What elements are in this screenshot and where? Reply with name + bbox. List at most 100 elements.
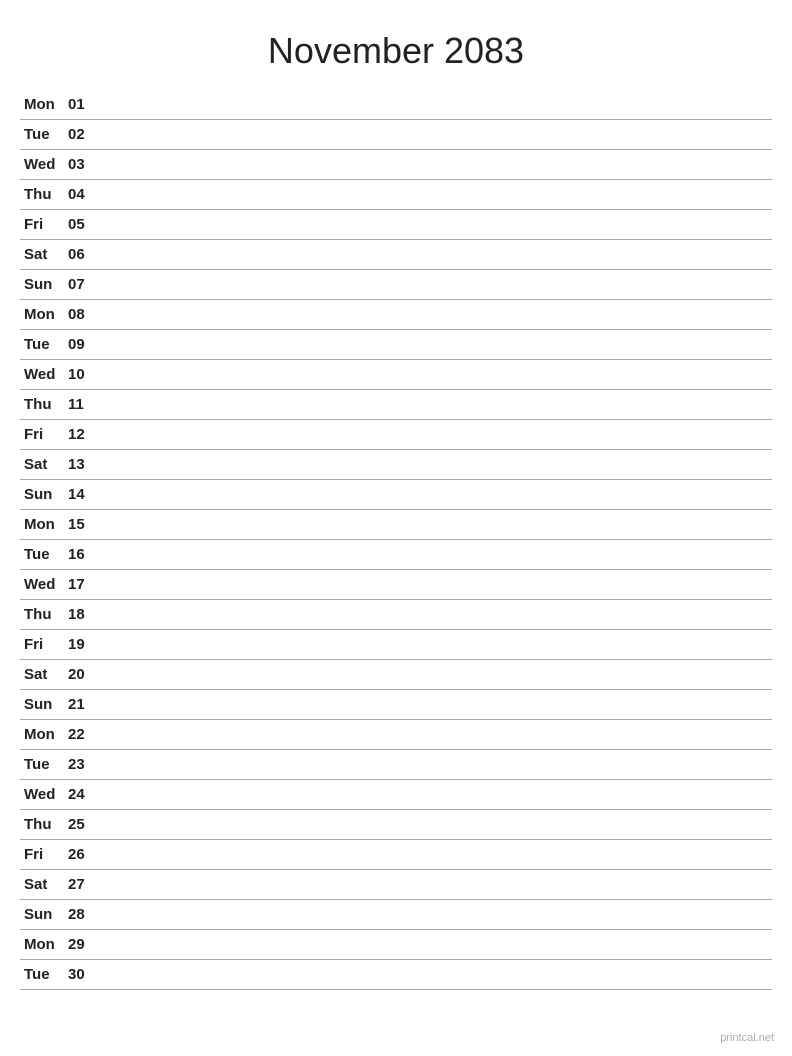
day-writing-area bbox=[94, 630, 772, 660]
day-name: Sat bbox=[20, 660, 64, 690]
watermark: printcal.net bbox=[720, 1032, 774, 1044]
day-name: Fri bbox=[20, 210, 64, 240]
day-number: 07 bbox=[64, 270, 94, 300]
day-number: 26 bbox=[64, 840, 94, 870]
day-writing-area bbox=[94, 420, 772, 450]
day-writing-area bbox=[94, 870, 772, 900]
calendar-row: Fri05 bbox=[20, 210, 772, 240]
day-writing-area bbox=[94, 570, 772, 600]
day-writing-area bbox=[94, 600, 772, 630]
calendar-row: Sun21 bbox=[20, 690, 772, 720]
day-number: 08 bbox=[64, 300, 94, 330]
day-number: 02 bbox=[64, 120, 94, 150]
day-name: Wed bbox=[20, 150, 64, 180]
calendar-row: Wed17 bbox=[20, 570, 772, 600]
day-name: Tue bbox=[20, 330, 64, 360]
day-number: 09 bbox=[64, 330, 94, 360]
calendar-row: Sat13 bbox=[20, 450, 772, 480]
calendar-row: Tue23 bbox=[20, 750, 772, 780]
day-number: 20 bbox=[64, 660, 94, 690]
day-name: Mon bbox=[20, 510, 64, 540]
day-name: Fri bbox=[20, 840, 64, 870]
day-writing-area bbox=[94, 750, 772, 780]
day-name: Fri bbox=[20, 420, 64, 450]
day-name: Sun bbox=[20, 270, 64, 300]
day-number: 12 bbox=[64, 420, 94, 450]
day-writing-area bbox=[94, 810, 772, 840]
day-name: Sun bbox=[20, 900, 64, 930]
calendar-row: Wed24 bbox=[20, 780, 772, 810]
calendar-row: Sat20 bbox=[20, 660, 772, 690]
calendar-row: Mon15 bbox=[20, 510, 772, 540]
day-writing-area bbox=[94, 540, 772, 570]
day-name: Tue bbox=[20, 540, 64, 570]
calendar-row: Sun28 bbox=[20, 900, 772, 930]
day-writing-area bbox=[94, 210, 772, 240]
day-name: Thu bbox=[20, 600, 64, 630]
calendar-row: Mon01 bbox=[20, 90, 772, 120]
day-name: Sat bbox=[20, 240, 64, 270]
day-number: 04 bbox=[64, 180, 94, 210]
day-writing-area bbox=[94, 120, 772, 150]
day-writing-area bbox=[94, 300, 772, 330]
day-number: 28 bbox=[64, 900, 94, 930]
day-writing-area bbox=[94, 690, 772, 720]
day-writing-area bbox=[94, 840, 772, 870]
calendar-row: Mon22 bbox=[20, 720, 772, 750]
calendar-row: Thu25 bbox=[20, 810, 772, 840]
day-name: Thu bbox=[20, 180, 64, 210]
day-number: 13 bbox=[64, 450, 94, 480]
day-number: 05 bbox=[64, 210, 94, 240]
day-number: 30 bbox=[64, 960, 94, 990]
day-number: 27 bbox=[64, 870, 94, 900]
day-name: Wed bbox=[20, 780, 64, 810]
calendar-row: Sat06 bbox=[20, 240, 772, 270]
day-writing-area bbox=[94, 150, 772, 180]
day-number: 21 bbox=[64, 690, 94, 720]
day-name: Mon bbox=[20, 90, 64, 120]
day-writing-area bbox=[94, 660, 772, 690]
day-writing-area bbox=[94, 180, 772, 210]
day-writing-area bbox=[94, 240, 772, 270]
day-writing-area bbox=[94, 270, 772, 300]
day-name: Sat bbox=[20, 450, 64, 480]
day-name: Thu bbox=[20, 810, 64, 840]
day-number: 16 bbox=[64, 540, 94, 570]
day-name: Fri bbox=[20, 630, 64, 660]
day-name: Mon bbox=[20, 930, 64, 960]
day-writing-area bbox=[94, 930, 772, 960]
day-name: Sun bbox=[20, 480, 64, 510]
day-writing-area bbox=[94, 510, 772, 540]
calendar-row: Mon08 bbox=[20, 300, 772, 330]
calendar-row: Wed03 bbox=[20, 150, 772, 180]
calendar-row: Fri26 bbox=[20, 840, 772, 870]
day-number: 11 bbox=[64, 390, 94, 420]
day-name: Mon bbox=[20, 720, 64, 750]
calendar-page: November 2083 Mon01 Tue02 Wed03 Thu04 Fr… bbox=[0, 0, 792, 1056]
day-name: Tue bbox=[20, 750, 64, 780]
day-writing-area bbox=[94, 330, 772, 360]
day-number: 15 bbox=[64, 510, 94, 540]
calendar-table: Mon01 Tue02 Wed03 Thu04 Fri05 Sat06 Sun0… bbox=[20, 90, 772, 990]
day-writing-area bbox=[94, 90, 772, 120]
day-number: 24 bbox=[64, 780, 94, 810]
calendar-row: Sat27 bbox=[20, 870, 772, 900]
calendar-row: Tue09 bbox=[20, 330, 772, 360]
day-name: Tue bbox=[20, 120, 64, 150]
calendar-row: Thu18 bbox=[20, 600, 772, 630]
calendar-row: Thu11 bbox=[20, 390, 772, 420]
calendar-row: Tue16 bbox=[20, 540, 772, 570]
day-writing-area bbox=[94, 390, 772, 420]
day-number: 10 bbox=[64, 360, 94, 390]
day-writing-area bbox=[94, 900, 772, 930]
day-number: 03 bbox=[64, 150, 94, 180]
day-number: 17 bbox=[64, 570, 94, 600]
day-number: 06 bbox=[64, 240, 94, 270]
day-writing-area bbox=[94, 450, 772, 480]
day-name: Sat bbox=[20, 870, 64, 900]
calendar-row: Tue30 bbox=[20, 960, 772, 990]
day-writing-area bbox=[94, 780, 772, 810]
calendar-row: Sun07 bbox=[20, 270, 772, 300]
day-number: 25 bbox=[64, 810, 94, 840]
day-name: Tue bbox=[20, 960, 64, 990]
